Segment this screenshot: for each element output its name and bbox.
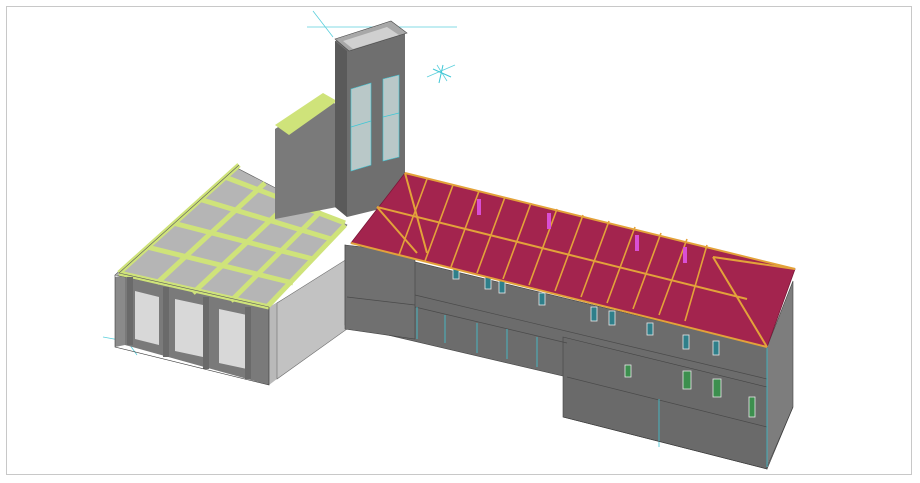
3d-model-viewport[interactable] bbox=[6, 6, 912, 475]
building-model bbox=[102, 10, 796, 470]
rear-block bbox=[275, 93, 337, 219]
